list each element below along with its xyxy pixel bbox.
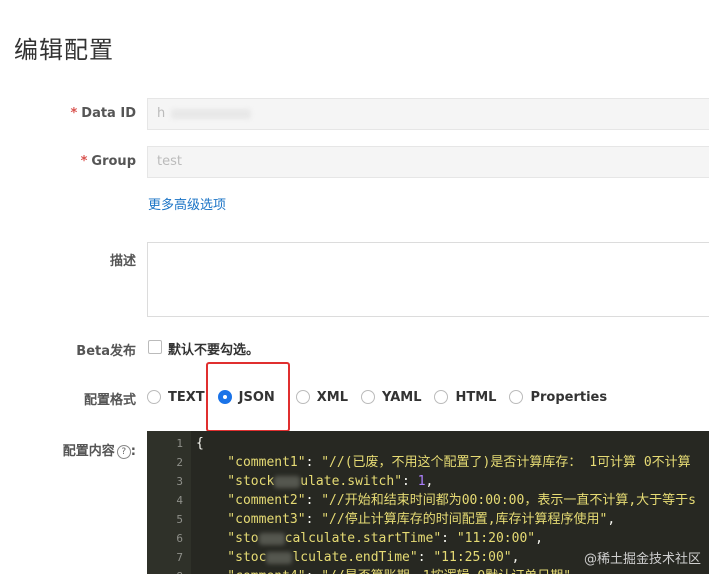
code-token: {: [196, 436, 204, 451]
line-number: 8: [147, 567, 183, 574]
code-text: "comment2": "//开始和结束时间都为00:00:00，表示一直不计算…: [196, 491, 696, 510]
code-token: "comment1": [196, 455, 306, 470]
line-number: 4: [176, 494, 183, 507]
data-id-label-text: Data ID: [81, 106, 136, 121]
radio-icon: [147, 390, 161, 404]
beta-label: Beta发布: [76, 344, 136, 359]
code-token: lculate.endTime": [292, 550, 418, 565]
code-token: "sto: [196, 531, 259, 546]
format-radio-xml[interactable]: XML: [295, 389, 349, 405]
format-option-label: Properties: [530, 389, 608, 405]
code-token: "11:25:00": [433, 550, 512, 565]
group-field[interactable]: test: [147, 146, 709, 178]
advanced-options-link[interactable]: 更多高级选项: [148, 194, 226, 213]
content-label: 配置内容?:: [63, 440, 136, 459]
required-mark: *: [80, 154, 88, 169]
format-label: 配置格式: [83, 393, 136, 408]
redacted-mark: [266, 551, 293, 564]
code-text: "sto calculate.startTime": "11:20:00",: [196, 529, 543, 548]
data-id-value: h: [157, 106, 166, 121]
code-line: 2 "comment1": "//(已废，不用这个配置了)是否计算库存： 1可计…: [147, 453, 709, 472]
highlight-box: [206, 362, 290, 432]
line-number: 2: [176, 456, 183, 469]
desc-label: 描述: [109, 254, 136, 269]
redacted-mark: [274, 475, 301, 488]
line-number: 5: [176, 513, 183, 526]
format-radio-html[interactable]: HTML: [434, 390, 496, 405]
code-line: 4 "comment2": "//开始和结束时间都为00:00:00，表示一直不…: [147, 491, 709, 510]
code-token: :: [305, 512, 322, 527]
code-line: 8 "comment4": "//是否算账期，1按逻辑 0默认订单日期": [147, 567, 709, 574]
code-text: "comment4": "//是否算账期，1按逻辑 0默认订单日期": [196, 567, 571, 574]
content-label-text: 配置内容: [62, 444, 115, 459]
code-text: {: [196, 434, 204, 453]
code-token: :: [441, 531, 457, 546]
beta-checkbox[interactable]: [148, 340, 162, 354]
format-option-label: XML: [316, 389, 349, 405]
beta-checkbox-label: 默认不要勾选。: [168, 343, 260, 358]
code-token: :: [306, 569, 322, 574]
code-token: "//(已废，不用这个配置了)是否计算库存： 1可计算 0不计算: [321, 455, 691, 470]
code-text: "stock ulate.switch": 1,: [196, 472, 433, 491]
format-radio-yaml[interactable]: YAML: [361, 390, 421, 405]
code-token: :: [305, 455, 322, 470]
data-id-field[interactable]: h: [147, 98, 709, 130]
code-token: :: [402, 474, 418, 489]
required-mark: *: [70, 106, 78, 121]
group-label-text: Group: [91, 154, 136, 169]
code-text: "stoc lculate.endTime": "11:25:00",: [196, 548, 519, 567]
code-line: 6 "sto calculate.startTime": "11:20:00",: [147, 529, 709, 548]
redacted-mark: [171, 108, 252, 119]
code-token: "stock: [196, 474, 275, 489]
radio-icon: [434, 390, 449, 404]
description-textarea[interactable]: [147, 242, 709, 317]
format-radio-text[interactable]: TEXT: [147, 390, 205, 405]
code-line: 3 "stock ulate.switch": 1,: [147, 472, 709, 491]
code-token: ,: [425, 474, 434, 489]
format-option-label: HTML: [455, 389, 497, 405]
code-token: calculate.startTime": [284, 531, 442, 546]
line-number: 1: [176, 437, 183, 450]
page-title: 编辑配置: [14, 36, 114, 64]
line-number: 7: [176, 551, 183, 564]
code-line: 1{: [147, 434, 709, 453]
group-value: test: [157, 154, 182, 169]
code-line: 5 "comment3": "//停止计算库存的时间配置,库存计算程序使用",: [147, 510, 709, 529]
code-token: ,: [511, 550, 520, 565]
data-id-label: * Data ID: [70, 106, 136, 121]
code-token: "//开始和结束时间都为00:00:00，表示一直不计算,大于等于s: [321, 493, 696, 508]
code-token: ,: [607, 512, 616, 527]
radio-icon: [509, 390, 524, 404]
group-label: * Group: [81, 154, 136, 169]
code-text: "comment1": "//(已废，不用这个配置了)是否计算库存： 1可计算 …: [196, 453, 691, 472]
code-token: 1: [417, 474, 426, 489]
code-text: "comment3": "//停止计算库存的时间配置,库存计算程序使用",: [196, 510, 615, 529]
code-token: ulate.switch": [300, 474, 403, 489]
code-token: "stoc: [196, 550, 267, 565]
radio-icon: [361, 390, 376, 404]
code-token: "comment2": [196, 493, 306, 508]
colon: :: [130, 444, 136, 459]
code-token: ,: [535, 531, 543, 546]
redacted-mark: [258, 532, 285, 545]
line-number: 6: [176, 532, 183, 545]
code-token: "11:20:00": [456, 531, 536, 546]
code-token: "//是否算账期，1按逻辑 0默认订单日期": [321, 569, 571, 574]
code-token: :: [305, 493, 322, 508]
watermark: @稀土掘金技术社区: [583, 552, 701, 567]
format-option-label: YAML: [382, 389, 422, 405]
code-token: :: [417, 550, 434, 565]
format-radio-properties[interactable]: Properties: [509, 390, 607, 405]
help-icon[interactable]: ?: [116, 444, 131, 459]
code-token: "comment3": [196, 512, 306, 527]
line-number: 3: [176, 475, 183, 488]
code-token: "comment4": [196, 569, 305, 574]
format-option-label: TEXT: [168, 389, 205, 405]
code-token: "//停止计算库存的时间配置,库存计算程序使用": [321, 512, 608, 527]
radio-icon: [295, 390, 310, 404]
